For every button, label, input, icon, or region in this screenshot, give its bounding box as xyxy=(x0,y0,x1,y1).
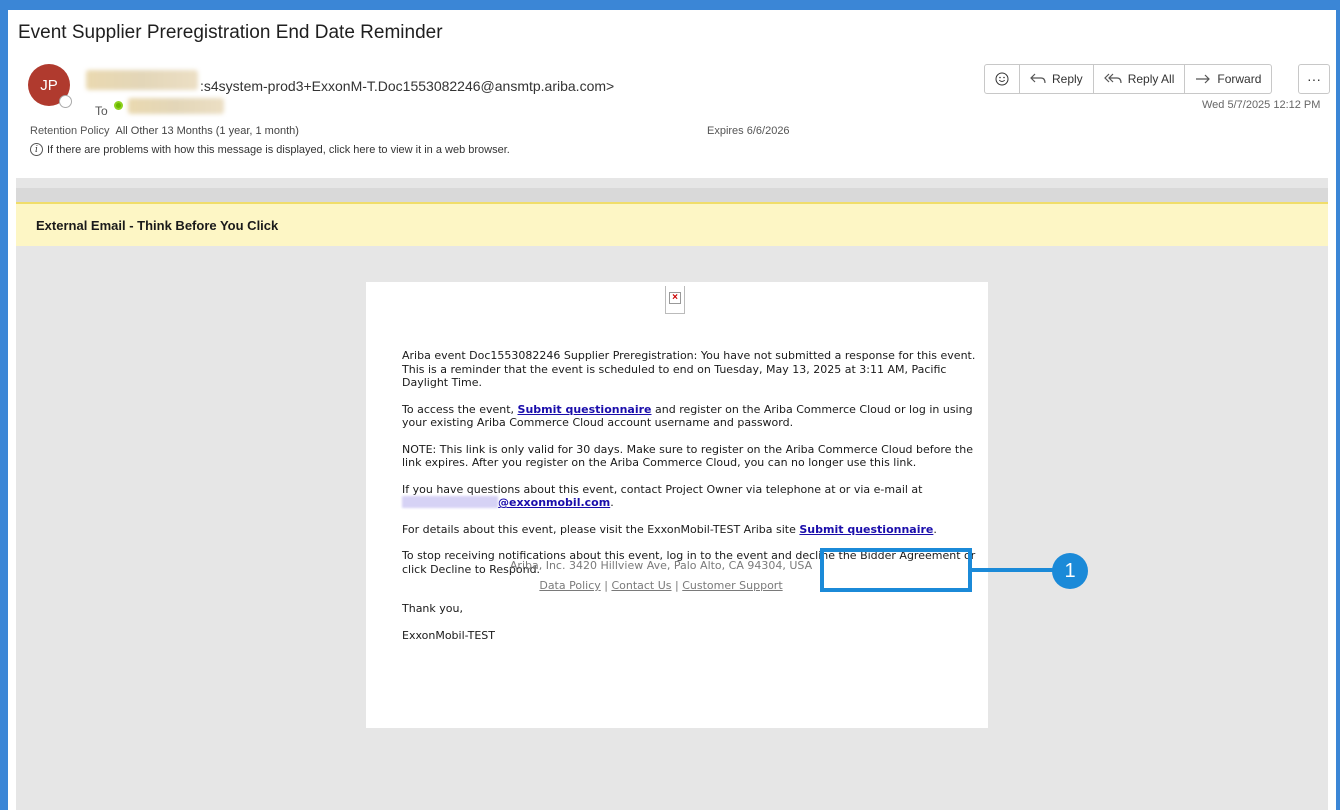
emoji-reaction-button[interactable] xyxy=(985,65,1020,93)
body-top-strip xyxy=(16,188,1328,202)
received-date: Wed 5/7/2025 12:12 PM xyxy=(1202,99,1321,111)
sender-avatar[interactable]: JP xyxy=(28,64,72,108)
message-actions: Reply Reply All Forward xyxy=(984,64,1273,94)
sender-address[interactable]: :s4system-prod3+ExxonM-T.Doc1553082246@a… xyxy=(200,78,614,94)
contact-email-link[interactable]: @exxonmobil.com xyxy=(498,496,610,509)
reply-all-icon xyxy=(1103,73,1122,84)
more-actions-button[interactable]: ··· xyxy=(1298,64,1330,94)
forward-icon xyxy=(1196,74,1211,84)
submit-questionnaire-link[interactable]: Submit questionnaire xyxy=(518,403,652,416)
data-policy-link[interactable]: Data Policy xyxy=(539,579,600,592)
email-subject: Event Supplier Preregistration End Date … xyxy=(18,22,443,43)
redacted-sender-name xyxy=(86,70,198,90)
to-label: To xyxy=(95,104,108,118)
submit-questionnaire-site-link[interactable]: Submit questionnaire xyxy=(799,523,933,536)
callout-connector xyxy=(972,568,1054,572)
reply-button[interactable]: Reply xyxy=(1020,65,1094,93)
broken-image-icon: × xyxy=(665,286,685,314)
message-card: × Ariba event Doc1553082246 Supplier Pre… xyxy=(366,282,988,728)
forward-button[interactable]: Forward xyxy=(1185,65,1271,93)
expires-date: Expires 6/6/2026 xyxy=(707,125,790,137)
external-email-banner: External Email - Think Before You Click xyxy=(16,202,1328,246)
display-problem-info[interactable]: i If there are problems with how this me… xyxy=(30,143,510,156)
callout-highlight-box xyxy=(820,548,972,592)
avatar-initials: JP xyxy=(40,76,58,94)
redacted-recipient xyxy=(128,98,224,114)
redacted-email xyxy=(402,496,498,508)
message-text: Ariba event Doc1553082246 Supplier Prere… xyxy=(402,349,976,642)
reply-all-button[interactable]: Reply All xyxy=(1094,65,1186,93)
reply-icon xyxy=(1030,73,1046,84)
callout-step-badge: 1 xyxy=(1052,553,1088,589)
info-icon: i xyxy=(30,143,43,156)
contact-us-link[interactable]: Contact Us xyxy=(611,579,671,592)
customer-support-link[interactable]: Customer Support xyxy=(682,579,782,592)
smiley-icon xyxy=(995,72,1009,86)
message-body: External Email - Think Before You Click … xyxy=(16,178,1328,810)
recipient-status-icon xyxy=(114,101,123,110)
retention-policy: Retention Policy All Other 13 Months (1 y… xyxy=(30,125,299,137)
presence-icon xyxy=(59,95,72,108)
